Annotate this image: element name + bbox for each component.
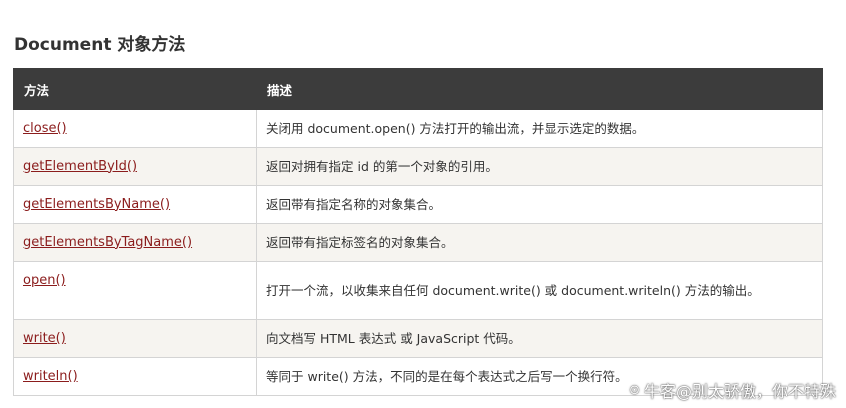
table-row: open() 打开一个流，以收集来自任何 document.write() 或 … [13,261,823,320]
column-header-method: 方法 [13,68,257,110]
column-header-description: 描述 [256,68,823,110]
table-header-row: 方法 描述 [13,68,823,110]
method-description: 返回对拥有指定 id 的第一个对象的引用。 [256,147,823,186]
method-link-getelementsbytagname[interactable]: getElementsByTagName() [23,235,192,250]
watermark-text: 牛客@别太骄傲，你不特殊 [643,382,836,401]
method-link-close[interactable]: close() [23,121,67,136]
table-row: getElementById() 返回对拥有指定 id 的第一个对象的引用。 [13,147,823,186]
method-description: 返回带有指定标签名的对象集合。 [256,223,823,262]
method-link-getelementsbyname[interactable]: getElementsByName() [23,197,170,212]
watermark: ⊙ 牛客@别太骄傲，你不特殊 [629,378,836,402]
method-link-write[interactable]: write() [23,331,66,346]
method-link-getelementbyid[interactable]: getElementById() [23,159,137,174]
table-row: close() 关闭用 document.open() 方法打开的输出流，并显示… [13,109,823,148]
table-row: write() 向文档写 HTML 表达式 或 JavaScript 代码。 [13,319,823,358]
method-link-writeln[interactable]: writeln() [23,369,78,384]
method-description: 返回带有指定名称的对象集合。 [256,185,823,224]
page-title: Document 对象方法 [14,35,186,55]
method-link-open[interactable]: open() [23,273,66,288]
method-description: 向文档写 HTML 表达式 或 JavaScript 代码。 [256,319,823,358]
method-description: 关闭用 document.open() 方法打开的输出流，并显示选定的数据。 [256,109,823,148]
document-methods-table: 方法 描述 close() 关闭用 document.open() 方法打开的输… [13,68,823,396]
table-row: getElementsByName() 返回带有指定名称的对象集合。 [13,185,823,224]
table-row: getElementsByTagName() 返回带有指定标签名的对象集合。 [13,223,823,262]
zhihu-logo-icon: ⊙ [629,382,640,398]
method-description: 打开一个流，以收集来自任何 document.write() 或 documen… [256,261,823,320]
